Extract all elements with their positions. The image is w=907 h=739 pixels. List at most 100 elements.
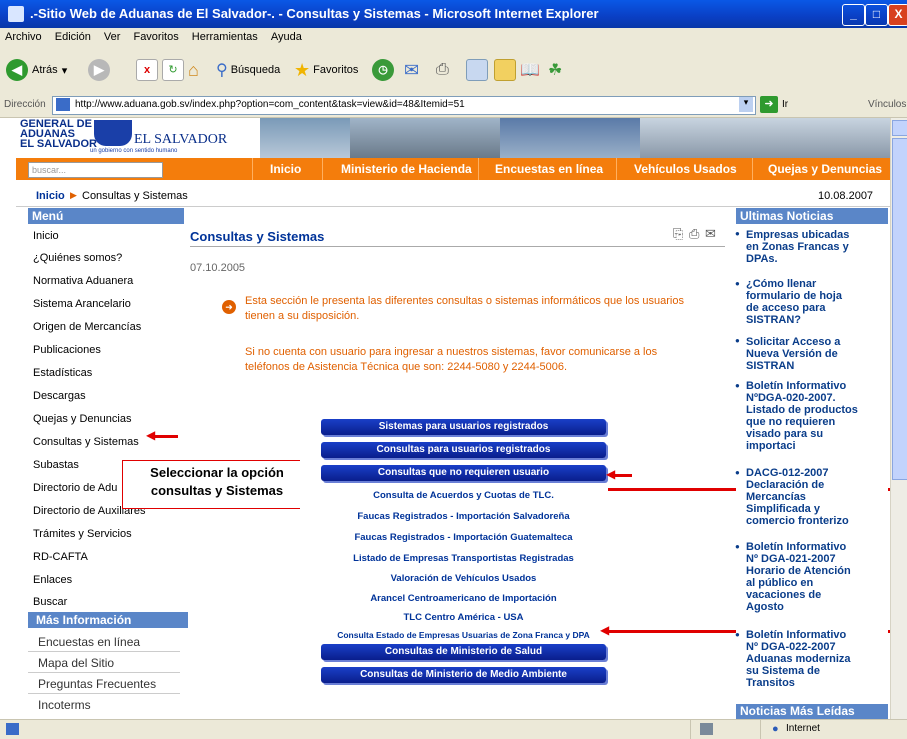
news-line[interactable]: que no requieren	[746, 416, 835, 428]
url-input[interactable]: http://www.aduana.gob.sv/index.php?optio…	[52, 96, 756, 115]
btn-sistemas-registrados[interactable]: Sistemas para usuarios registrados	[321, 419, 606, 435]
btn-consultas-sin-usuario[interactable]: Consultas que no requieren usuario	[321, 465, 606, 481]
news-line[interactable]: formulario de hoja	[746, 290, 842, 302]
news-line[interactable]: al público en	[746, 577, 813, 589]
link-tlc-usa[interactable]: TLC Centro América - USA	[321, 612, 606, 623]
print-button[interactable]: ⎙	[436, 57, 449, 83]
link-acuerdos-tlc[interactable]: Consulta de Acuerdos y Cuotas de TLC.	[321, 490, 606, 501]
sidebar-item-directorio-aduanas[interactable]: Directorio de Adu	[33, 482, 117, 494]
close-button[interactable]: X	[888, 4, 907, 26]
link-faucas-salvadorena[interactable]: Faucas Registrados - Importación Salvado…	[321, 511, 606, 522]
sidebar-item-rd-cafta[interactable]: RD-CAFTA	[33, 551, 88, 563]
news-line[interactable]: su Sistema de	[746, 665, 820, 677]
btn-consultas-registrados[interactable]: Consultas para usuarios registrados	[321, 442, 606, 458]
refresh-button[interactable]: ↻	[162, 57, 184, 83]
news-line[interactable]: NºDGA-020-2007.	[746, 392, 836, 404]
link-zona-franca[interactable]: Consulta Estado de Empresas Usuarias de …	[321, 630, 606, 640]
url-dropdown-icon[interactable]: ▾	[739, 97, 753, 112]
nav-inicio[interactable]: Inicio	[270, 162, 301, 176]
go-arrow-icon[interactable]: ➜	[760, 96, 778, 113]
news-line[interactable]: Simplificada y	[746, 503, 820, 515]
news-line[interactable]: SISTRAN	[746, 360, 794, 372]
sidebar-item-arancelario[interactable]: Sistema Arancelario	[33, 298, 131, 310]
scroll-thumb[interactable]	[892, 138, 907, 480]
folder-button[interactable]	[494, 57, 516, 83]
print-page-icon[interactable]: ⎙	[689, 226, 699, 242]
news-line[interactable]: Declaración de	[746, 479, 824, 491]
vertical-scrollbar[interactable]	[890, 118, 907, 719]
news-line[interactable]: visado para su	[746, 428, 823, 440]
search-button[interactable]: ⚲ Búsqueda	[216, 57, 280, 83]
sidebar-item-publicaciones[interactable]: Publicaciones	[33, 344, 101, 356]
news-line[interactable]: vacaciones de	[746, 589, 821, 601]
pdf-icon[interactable]: ⎘	[673, 226, 683, 242]
news-line[interactable]: importaci	[746, 440, 796, 452]
back-button[interactable]: ◀ Atrás ▾	[6, 57, 67, 83]
news-line[interactable]: Listado de productos	[746, 404, 858, 416]
sidebar-item-consultas[interactable]: Consultas y Sistemas	[33, 436, 139, 448]
messenger-button[interactable]: ☘	[548, 57, 562, 83]
sidebar-item-enlaces[interactable]: Enlaces	[33, 574, 72, 586]
email-page-icon[interactable]: ✉	[705, 226, 716, 242]
more-item-encuestas[interactable]: Encuestas en línea	[38, 635, 140, 649]
sidebar-item-buscar[interactable]: Buscar	[33, 596, 67, 608]
nav-encuestas[interactable]: Encuestas en línea	[495, 162, 603, 176]
news-line[interactable]: Nº DGA-022-2007	[746, 641, 836, 653]
sidebar-item-descargas[interactable]: Descargas	[33, 390, 86, 402]
home-button[interactable]: ⌂	[188, 57, 199, 83]
edit-button[interactable]	[466, 57, 488, 83]
research-button[interactable]: 📖	[520, 57, 540, 83]
minimize-button[interactable]: _	[842, 4, 865, 26]
go-label[interactable]: Ir	[782, 99, 788, 110]
history-button[interactable]: ◷	[372, 57, 394, 83]
news-line[interactable]: Boletín Informativo	[746, 629, 846, 641]
link-valoracion-vehiculos[interactable]: Valoración de Vehículos Usados	[321, 573, 606, 584]
news-line[interactable]: en Zonas Francas y	[746, 241, 849, 253]
forward-button[interactable]: ▶	[88, 57, 110, 83]
news-line[interactable]: de acceso para	[746, 302, 826, 314]
link-arancel[interactable]: Arancel Centroamericano de Importación	[321, 593, 606, 604]
news-line[interactable]: ¿Cómo llenar	[746, 278, 816, 290]
menu-ayuda[interactable]: Ayuda	[266, 28, 307, 43]
sidebar-item-inicio[interactable]: Inicio	[33, 230, 59, 242]
news-line[interactable]: Nº DGA-021-2007	[746, 553, 836, 565]
news-line[interactable]: Boletín Informativo	[746, 541, 846, 553]
sidebar-item-normativa[interactable]: Normativa Aduanera	[33, 275, 133, 287]
mail-button[interactable]: ✉	[404, 57, 419, 83]
link-faucas-guatemalteca[interactable]: Faucas Registrados - Importación Guatema…	[321, 532, 606, 543]
site-logo[interactable]: GENERAL DE ADUANAS EL SALVADOR EL SALVAD…	[16, 118, 260, 158]
nav-vehiculos[interactable]: Vehículos Usados	[634, 162, 737, 176]
sidebar-item-quejas[interactable]: Quejas y Denuncias	[33, 413, 131, 425]
nav-ministerio[interactable]: Ministerio de Hacienda	[341, 162, 472, 176]
news-line[interactable]: DACG-012-2007	[746, 467, 829, 479]
more-item-mapa[interactable]: Mapa del Sitio	[38, 656, 114, 670]
favorites-button[interactable]: ★ Favoritos	[294, 57, 358, 83]
more-item-incoterms[interactable]: Incoterms	[38, 698, 91, 712]
more-item-preguntas[interactable]: Preguntas Frecuentes	[38, 677, 156, 691]
menu-archivo[interactable]: Archivo	[0, 28, 47, 43]
news-line[interactable]: Mercancías	[746, 491, 806, 503]
menu-herramientas[interactable]: Herramientas	[187, 28, 263, 43]
news-line[interactable]: Nueva Versión de	[746, 348, 838, 360]
news-line[interactable]: Horario de Atención	[746, 565, 851, 577]
menu-ver[interactable]: Ver	[99, 28, 126, 43]
btn-ministerio-ambiente[interactable]: Consultas de Ministerio de Medio Ambient…	[321, 667, 606, 683]
menu-favoritos[interactable]: Favoritos	[128, 28, 183, 43]
news-line[interactable]: comercio fronterizo	[746, 515, 849, 527]
links-label[interactable]: Vínculos	[868, 99, 906, 110]
news-line[interactable]: Empresas ubicadas	[746, 229, 849, 241]
site-search-input[interactable]: buscar...	[28, 162, 163, 178]
news-line[interactable]: Solicitar Acceso a	[746, 336, 840, 348]
news-line[interactable]: Transitos	[746, 677, 795, 689]
news-line[interactable]: Aduanas moderniza	[746, 653, 851, 665]
sidebar-item-subastas[interactable]: Subastas	[33, 459, 79, 471]
menu-edicion[interactable]: Edición	[50, 28, 96, 43]
breadcrumb-home[interactable]: Inicio	[36, 190, 65, 202]
maximize-button[interactable]: □	[865, 4, 888, 26]
sidebar-item-origen[interactable]: Origen de Mercancías	[33, 321, 141, 333]
sidebar-item-estadisticas[interactable]: Estadísticas	[33, 367, 92, 379]
nav-quejas[interactable]: Quejas y Denuncias	[768, 162, 882, 176]
stop-button[interactable]: x	[136, 57, 158, 83]
link-empresas-transportistas[interactable]: Listado de Empresas Transportistas Regis…	[321, 553, 606, 564]
scroll-up-icon[interactable]	[892, 120, 907, 136]
